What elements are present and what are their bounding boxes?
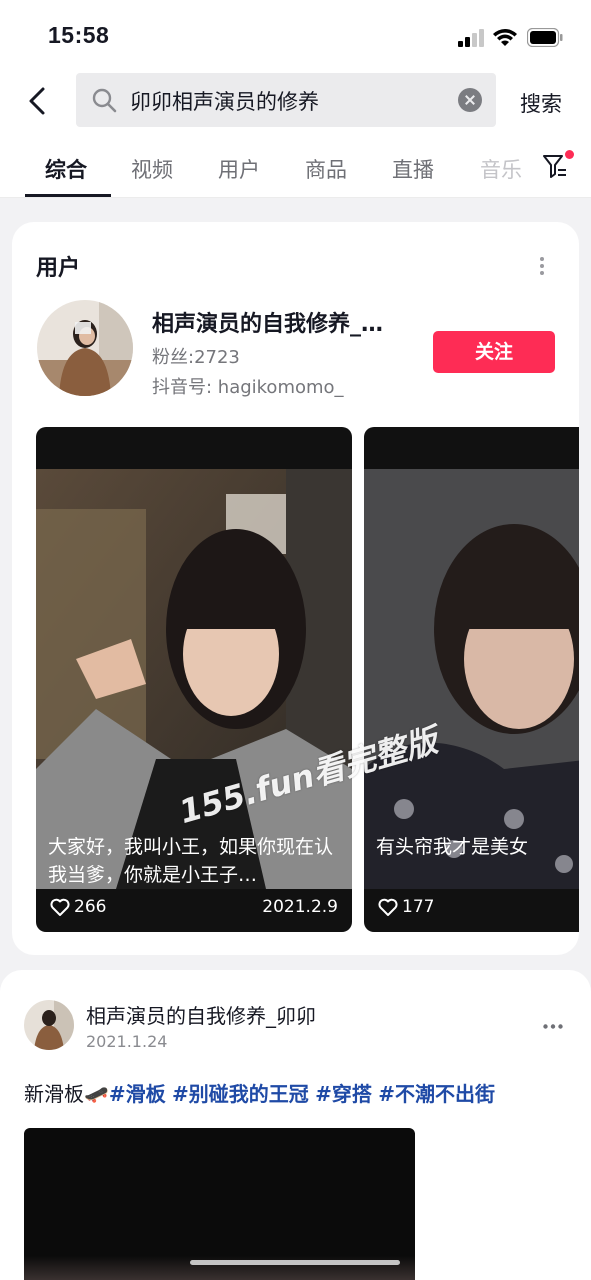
- status-bar: 15:58: [0, 0, 591, 72]
- follower-count: 粉丝:2723: [152, 347, 240, 368]
- post-text-prefix: 新滑板🛹: [24, 1082, 109, 1106]
- tab-live[interactable]: 直播: [392, 154, 434, 184]
- clear-search-icon[interactable]: [458, 88, 482, 112]
- video-card[interactable]: 大家好，我叫小王，如果你现在认我当爹，你就是小王子… 266 2021.2.9: [36, 427, 352, 932]
- heart-icon: [50, 898, 70, 916]
- like-count-value: 177: [402, 897, 435, 917]
- feed-post: 相声演员的自我修养_卯卯 2021.1.24 新滑板🛹#滑板 #别碰我的王冠 #…: [0, 970, 591, 1280]
- status-time: 15:58: [48, 22, 110, 48]
- hashtag-link[interactable]: #不潮不出街: [378, 1082, 495, 1106]
- hashtag-link[interactable]: #穿搭: [315, 1082, 372, 1106]
- like-count: 177: [378, 897, 434, 921]
- vertical-more-icon[interactable]: [539, 256, 545, 276]
- post-author-avatar[interactable]: [24, 1000, 74, 1050]
- video-caption: 大家好，我叫小王，如果你现在认我当爹，你就是小王子…: [48, 836, 334, 886]
- video-caption: 有头帘我才是美女: [376, 836, 529, 858]
- post-author-name[interactable]: 相声演员的自我修养_卯卯: [86, 1000, 316, 1029]
- heart-icon: [378, 898, 398, 916]
- video-thumbnail: [364, 469, 579, 889]
- filter-icon[interactable]: [543, 154, 567, 180]
- search-query-text[interactable]: 卯卯相声演员的修养: [130, 86, 319, 116]
- result-tabs: 综合 视频 用户 商品 直播 音乐: [0, 150, 591, 198]
- like-count-value: 266: [74, 897, 107, 917]
- more-options-icon[interactable]: [543, 1024, 563, 1029]
- post-date: 2021.1.24: [86, 1032, 168, 1051]
- cellular-signal-icon: [458, 29, 484, 47]
- tab-products[interactable]: 商品: [305, 154, 347, 184]
- hashtag-link[interactable]: #滑板: [109, 1082, 166, 1106]
- active-tab-indicator: [25, 194, 111, 197]
- video-date: 2021.2.9: [262, 897, 338, 917]
- video-card[interactable]: 有头帘我才是美女 177: [364, 427, 579, 932]
- user-result-card: 用户 相声演员的自我修养_… 粉丝:2723 抖音号: hagikomomo_ …: [12, 222, 579, 955]
- battery-icon: [527, 28, 563, 47]
- tab-users[interactable]: 用户: [218, 154, 260, 184]
- user-avatar[interactable]: [37, 300, 133, 396]
- like-count: 266: [50, 897, 106, 921]
- search-header: 卯卯相声演员的修养 搜索 综合 视频 用户 商品 直播 音乐: [0, 72, 591, 198]
- douyin-id: 抖音号: hagikomomo_: [152, 377, 344, 398]
- search-submit-button[interactable]: 搜索: [520, 88, 562, 118]
- hashtag-link[interactable]: #别碰我的王冠: [172, 1082, 309, 1106]
- tab-music[interactable]: 音乐: [480, 154, 526, 184]
- post-text: 新滑板🛹#滑板 #别碰我的王冠 #穿搭 #不潮不出街: [24, 1078, 495, 1107]
- user-video-carousel[interactable]: 大家好，我叫小王，如果你现在认我当爹，你就是小王子… 266 2021.2.9 …: [36, 427, 579, 933]
- section-title: 用户: [36, 256, 81, 281]
- tab-comprehensive[interactable]: 综合: [45, 154, 87, 184]
- search-icon: [92, 88, 117, 113]
- back-arrow-icon[interactable]: [26, 86, 50, 116]
- wifi-icon: [493, 29, 517, 46]
- video-progress-bar: [190, 1260, 400, 1265]
- user-name[interactable]: 相声演员的自我修养_…: [152, 306, 383, 338]
- follow-button[interactable]: 关注: [433, 331, 555, 373]
- tab-videos[interactable]: 视频: [131, 154, 173, 184]
- filter-notification-dot: [565, 150, 574, 159]
- post-video-preview[interactable]: [24, 1128, 415, 1280]
- search-input[interactable]: 卯卯相声演员的修养: [76, 73, 496, 127]
